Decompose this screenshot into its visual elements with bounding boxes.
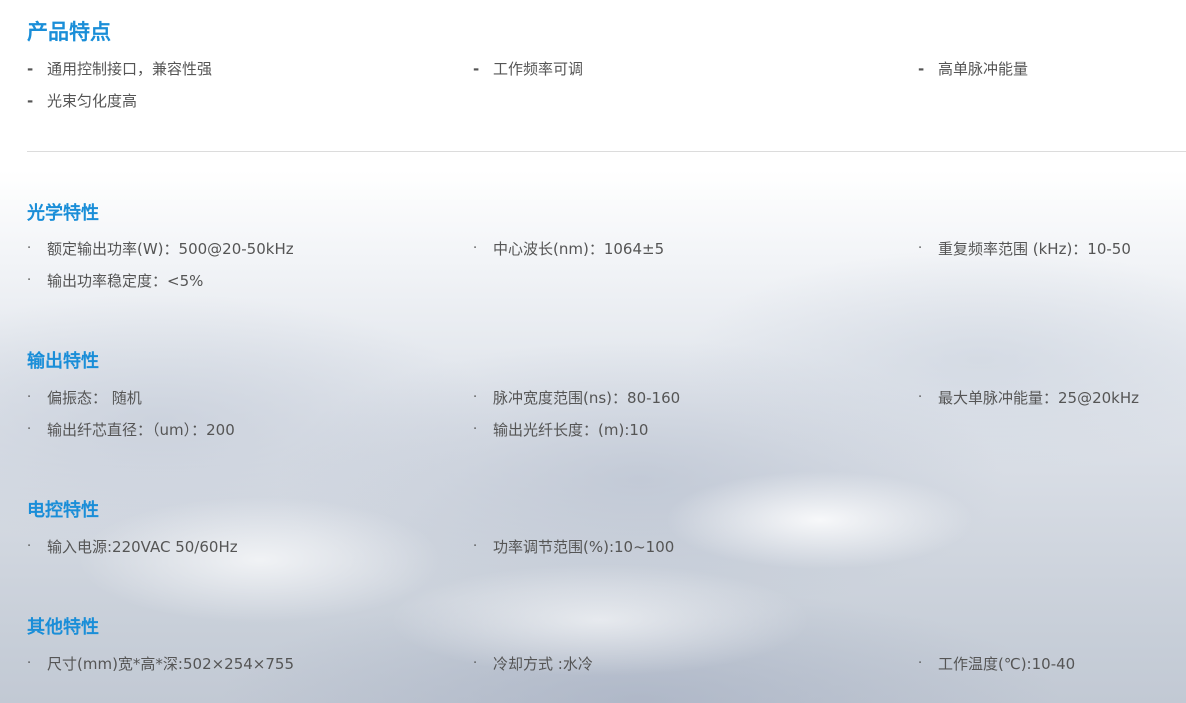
dot-bullet-icon: ·: [473, 422, 478, 437]
dot-bullet-icon: ·: [27, 656, 32, 671]
dot-bullet-icon: ·: [918, 241, 923, 256]
dot-bullet-icon: ·: [918, 390, 923, 405]
dot-bullet-icon: ·: [918, 656, 923, 671]
spec-text: 输出纤芯直径：（um）：200: [47, 421, 235, 439]
spec-text: 中心波长(nm)：1064±5: [493, 240, 665, 258]
dot-bullet-icon: ·: [27, 422, 32, 437]
dash-bullet-icon: -: [27, 60, 34, 78]
spec-text: 输出功率稳定度：<5%: [47, 272, 204, 290]
optical-heading: 光学特性: [27, 203, 99, 224]
feature-text: 高单脉冲能量: [938, 60, 1029, 78]
spec-text: 工作温度(℃):10-40: [938, 655, 1076, 673]
feature-text: 工作频率可调: [493, 60, 584, 78]
dot-bullet-icon: ·: [473, 539, 478, 554]
dot-bullet-icon: ·: [473, 656, 478, 671]
dot-bullet-icon: ·: [27, 273, 32, 288]
product-spec-section: 产品特点 - 通用控制接口，兼容性强 - 工作频率可调 - 高单脉冲能量 - 光…: [0, 0, 1186, 703]
dot-bullet-icon: ·: [27, 390, 32, 405]
feature-text: 通用控制接口，兼容性强: [47, 60, 213, 78]
spec-text: 功率调节范围(%):10~100: [493, 538, 675, 556]
features-heading: 产品特点: [27, 20, 111, 44]
spec-text: 额定输出功率(W)：500@20-50kHz: [47, 240, 294, 258]
spec-text: 尺寸(mm)宽*高*深:502×254×755: [47, 655, 295, 673]
spec-text: 最大单脉冲能量：25@20kHz: [938, 389, 1140, 407]
other-heading: 其他特性: [27, 617, 99, 638]
spec-text: 偏振态： 随机: [47, 389, 142, 407]
dash-bullet-icon: -: [918, 60, 925, 78]
dash-bullet-icon: -: [473, 60, 480, 78]
dot-bullet-icon: ·: [27, 539, 32, 554]
dot-bullet-icon: ·: [27, 241, 32, 256]
dot-bullet-icon: ·: [473, 241, 478, 256]
dot-bullet-icon: ·: [473, 390, 478, 405]
feature-text: 光束匀化度高: [47, 92, 138, 110]
spec-text: 脉冲宽度范围(ns)：80-160: [493, 389, 681, 407]
electric-heading: 电控特性: [27, 500, 99, 521]
spec-text: 重复频率范围 (kHz)：10-50: [938, 240, 1131, 258]
spec-text: 输出光纤长度：(m):10: [493, 421, 649, 439]
section-divider: [27, 151, 1186, 152]
dash-bullet-icon: -: [27, 92, 34, 110]
spec-text: 输入电源:220VAC 50/60Hz: [47, 538, 238, 556]
output-heading: 输出特性: [27, 351, 99, 372]
spec-text: 冷却方式 :水冷: [493, 655, 593, 673]
